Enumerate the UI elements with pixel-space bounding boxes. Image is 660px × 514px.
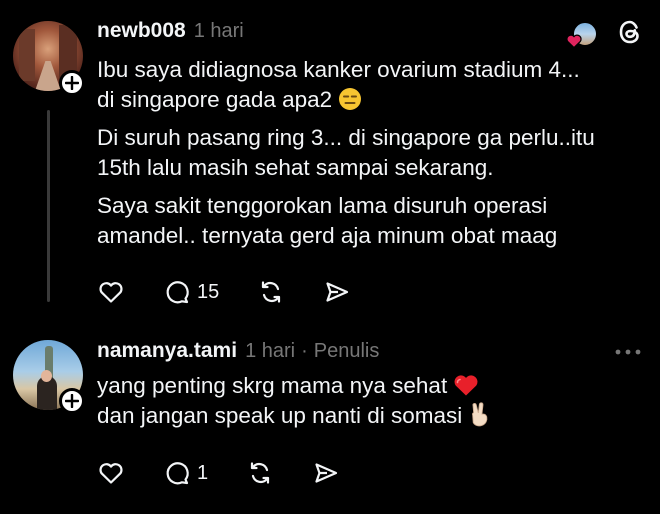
text-line: Ibu saya didiagnosa kanker ovarium stadi… [97, 57, 580, 82]
text-line: Saya sakit tenggorokan lama disuruh oper… [97, 193, 548, 218]
like-button[interactable] [97, 278, 125, 306]
comment-icon [166, 462, 189, 485]
text-line: 15th lalu masih sehat sampai sekarang. [97, 155, 494, 180]
repost-icon [262, 281, 281, 303]
paragraph: Ibu saya didiagnosa kanker ovarium stadi… [97, 55, 595, 115]
post-meta-icons [566, 18, 644, 51]
victory-hand-emoji-icon [471, 402, 487, 427]
reply-count: 15 [197, 280, 220, 303]
text-line: di singapore gada apa2 [97, 87, 333, 112]
comment-header: namanya.tami 1 hari · Penulis [97, 339, 379, 363]
threads-logo-icon[interactable] [616, 18, 644, 51]
follow-plus-icon[interactable] [59, 388, 85, 414]
red-heart-icon [566, 34, 582, 48]
heart-icon [99, 282, 123, 303]
share-button[interactable] [323, 278, 351, 306]
thread-line [47, 110, 50, 302]
repost-button[interactable] [257, 278, 285, 306]
comment-header: newb008 1 hari [97, 19, 244, 43]
share-button[interactable] [312, 459, 340, 487]
paragraph: Saya sakit tenggorokan lama disuruh oper… [97, 191, 595, 251]
timestamp: 1 hari [245, 340, 296, 362]
reply-count: 1 [197, 461, 209, 484]
separator-dot: · [301, 340, 308, 362]
username[interactable]: newb008 [97, 19, 186, 43]
like-button[interactable] [97, 459, 125, 487]
timestamp: 1 hari [193, 20, 244, 42]
follow-plus-icon[interactable] [59, 70, 85, 96]
action-bar: 1 [97, 459, 340, 487]
action-bar: 15 [97, 278, 351, 306]
comment-icon [166, 281, 189, 304]
paragraph: Di suruh pasang ring 3... di singapore g… [97, 123, 595, 183]
expressionless-face-emoji-icon [339, 88, 362, 110]
comment-body: Ibu saya didiagnosa kanker ovarium stadi… [97, 55, 595, 251]
share-icon [315, 463, 338, 483]
heart-icon [99, 463, 123, 484]
comment-body: yang penting skrg mama nya sehat dan jan… [97, 371, 491, 431]
repost-button[interactable] [246, 459, 274, 487]
author-badge: Penulis [313, 340, 380, 362]
repost-icon [251, 462, 270, 484]
text-line: amandel.. ternyata gerd aja minum obat m… [97, 223, 558, 248]
reply-button[interactable]: 15 [163, 278, 219, 306]
red-heart-emoji-icon [455, 375, 478, 396]
comment-newb008: newb008 1 hari Ibu saya didiagnosa kanke… [0, 0, 660, 320]
more-icon [615, 349, 641, 355]
reply-button[interactable]: 1 [163, 459, 208, 487]
share-icon [326, 282, 349, 302]
username[interactable]: namanya.tami [97, 339, 237, 363]
liked-by-indicator[interactable] [566, 20, 598, 49]
text-line: Di suruh pasang ring 3... di singapore g… [97, 125, 595, 150]
text-line: dan jangan speak up nanti di somasi [97, 403, 463, 428]
text-line: yang penting skrg mama nya sehat [97, 373, 448, 398]
more-options-button[interactable] [614, 344, 642, 362]
